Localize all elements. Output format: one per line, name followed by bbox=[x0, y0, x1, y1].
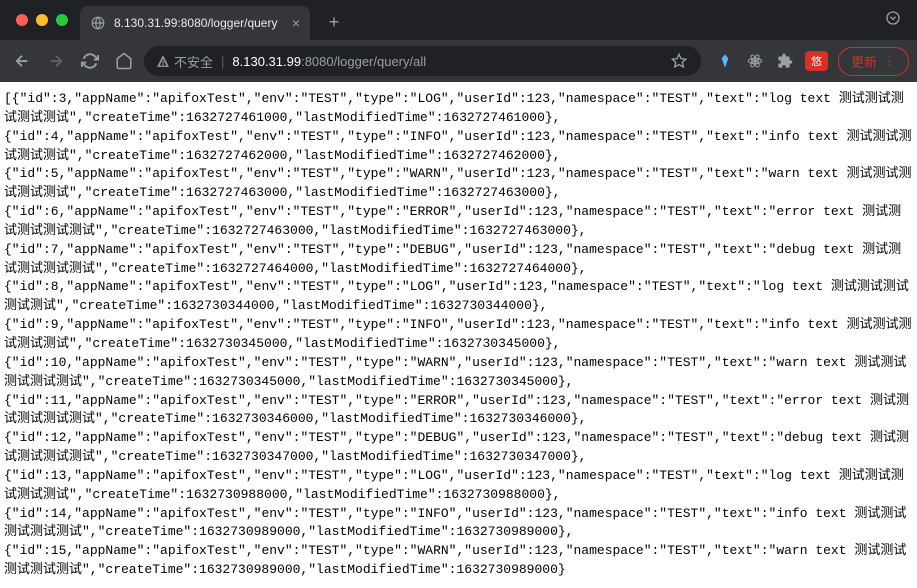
back-button[interactable] bbox=[8, 47, 36, 75]
profile-badge[interactable]: 悠 bbox=[805, 51, 828, 71]
forward-button[interactable] bbox=[42, 47, 70, 75]
insecure-icon: 不安全 bbox=[156, 52, 213, 71]
update-button[interactable]: 更新 ⋮ bbox=[838, 47, 909, 76]
toolbar: 不安全 | 8.130.31.99:8080/logger/query/all … bbox=[0, 40, 917, 82]
page-content: [{"id":3,"appName":"apifoxTest","env":"T… bbox=[0, 82, 917, 588]
maximize-window-button[interactable] bbox=[56, 14, 68, 26]
more-icon: ⋮ bbox=[883, 53, 896, 69]
browser-tab[interactable]: 8.130.31.99:8080/logger/query × bbox=[80, 6, 310, 40]
home-button[interactable] bbox=[110, 47, 138, 75]
insecure-label: 不安全 bbox=[174, 52, 213, 71]
toolbar-right: 悠 更新 ⋮ bbox=[715, 47, 909, 76]
tab-overflow-button[interactable] bbox=[885, 10, 901, 31]
tab-bar: 8.130.31.99:8080/logger/query × + bbox=[0, 0, 917, 40]
reload-button[interactable] bbox=[76, 47, 104, 75]
new-tab-button[interactable]: + bbox=[320, 8, 348, 36]
close-tab-button[interactable]: × bbox=[292, 15, 300, 31]
react-devtools-icon[interactable] bbox=[745, 51, 765, 71]
extensions-icon[interactable] bbox=[775, 51, 795, 71]
diamond-icon[interactable] bbox=[715, 51, 735, 71]
globe-icon bbox=[90, 15, 106, 31]
tab-title: 8.130.31.99:8080/logger/query bbox=[114, 16, 284, 30]
window-controls bbox=[16, 14, 68, 26]
browser-chrome: 8.130.31.99:8080/logger/query × + 不安全 | bbox=[0, 0, 917, 82]
star-icon[interactable] bbox=[669, 51, 689, 71]
url-text: 8.130.31.99:8080/logger/query/all bbox=[232, 54, 426, 69]
address-bar[interactable]: 不安全 | 8.130.31.99:8080/logger/query/all bbox=[144, 46, 701, 76]
close-window-button[interactable] bbox=[16, 14, 28, 26]
minimize-window-button[interactable] bbox=[36, 14, 48, 26]
